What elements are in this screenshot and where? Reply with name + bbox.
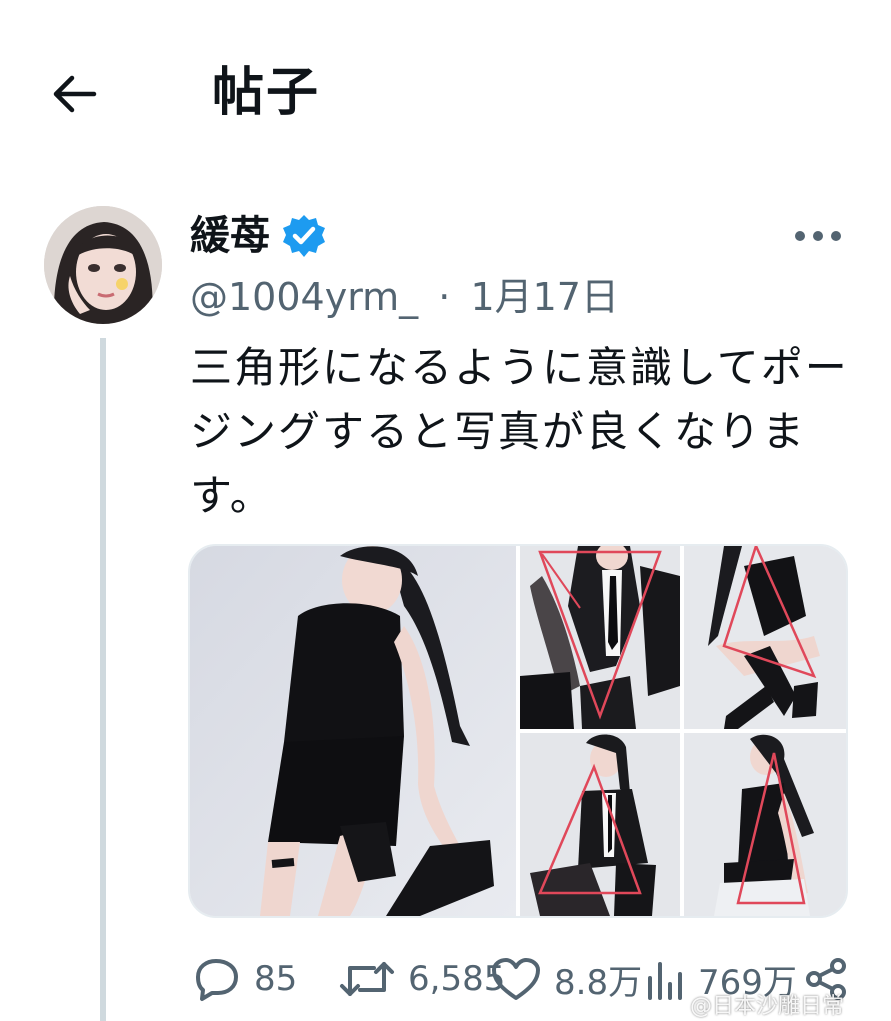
post-text: 三角形になるように意識してポージングすると写真が良くなります。: [190, 343, 849, 520]
reply-count: 85: [254, 959, 298, 999]
verified-badge-icon: [283, 215, 325, 257]
more-horizontal-icon: [795, 231, 841, 241]
avatar-photo: [44, 206, 162, 324]
retweet-icon: [340, 962, 394, 996]
reply-icon: [196, 959, 238, 1001]
views-chart-icon: [648, 962, 682, 1000]
thread-line: [100, 338, 106, 1021]
post-date[interactable]: 1月17日: [470, 270, 619, 324]
heart-icon: [492, 958, 540, 1000]
arrow-left-icon: [53, 75, 97, 113]
like-button[interactable]: 8.8万: [490, 944, 642, 1014]
back-button[interactable]: [46, 70, 102, 118]
media-photo-5[interactable]: [684, 733, 846, 916]
avatar[interactable]: [44, 206, 162, 324]
media-photo-4[interactable]: [520, 733, 680, 916]
author-display-name[interactable]: 緩苺: [190, 208, 270, 264]
like-count: 8.8万: [554, 962, 643, 1003]
reply-button[interactable]: 85: [190, 944, 297, 1014]
more-options-button[interactable]: [790, 214, 846, 258]
media-photo-1[interactable]: [190, 546, 516, 916]
retweet-button[interactable]: 6,585: [338, 944, 505, 1014]
media-photo-2[interactable]: [520, 546, 680, 729]
page-title: 帖子: [212, 63, 321, 123]
meta-separator: ·: [438, 275, 451, 319]
media-photo-3[interactable]: [684, 546, 846, 729]
author-name-row[interactable]: 緩苺: [190, 208, 328, 264]
author-handle[interactable]: @1004yrm_: [190, 270, 418, 324]
header-bar: 帖子: [0, 0, 891, 190]
post-meta: @1004yrm_ · 1月17日: [190, 270, 619, 324]
media-grid: [188, 544, 848, 918]
watermark: @日本沙雕日常: [690, 994, 845, 1019]
